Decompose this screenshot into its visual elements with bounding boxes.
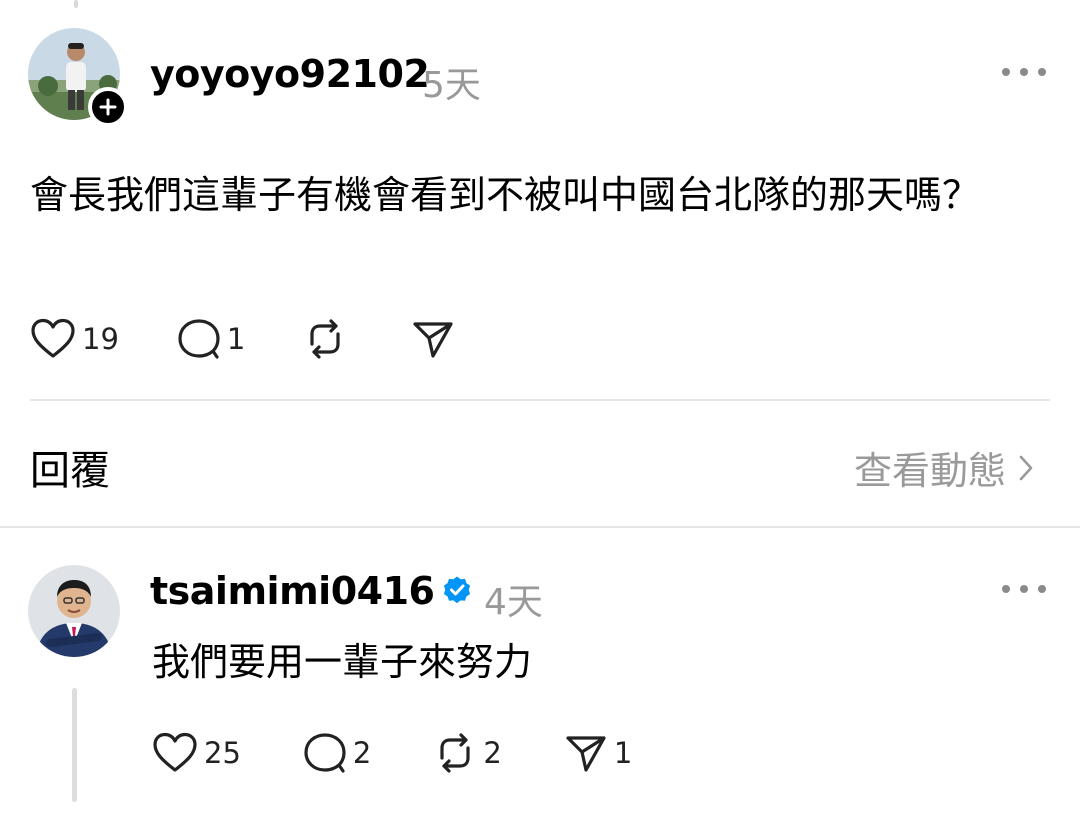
comment-bubble-icon xyxy=(178,319,220,359)
verified-badge-icon xyxy=(443,576,471,604)
dot-icon xyxy=(1002,585,1010,593)
like-button[interactable]: 19 xyxy=(30,318,119,360)
heart-icon xyxy=(31,318,75,358)
reply-body-text: 我們要用一輩子來努力 xyxy=(152,640,533,684)
send-icon xyxy=(413,322,453,358)
replies-section-title: 回覆 xyxy=(30,448,110,494)
repost-button[interactable] xyxy=(303,318,353,360)
comment-count: 2 xyxy=(352,736,372,770)
comment-bubble-icon xyxy=(304,733,346,773)
avatar-photo-portrait xyxy=(28,565,120,657)
dot-icon xyxy=(1038,68,1046,76)
like-count: 25 xyxy=(204,736,241,770)
dot-icon xyxy=(1002,68,1010,76)
share-button[interactable] xyxy=(411,318,461,360)
repost-icon xyxy=(310,319,340,359)
reply-timestamp: 4天 xyxy=(484,582,543,623)
dot-icon xyxy=(1020,68,1028,76)
dot-icon xyxy=(1038,585,1046,593)
divider xyxy=(0,526,1080,528)
chevron-right-icon xyxy=(1019,455,1033,480)
view-activity-label: 查看動態 xyxy=(853,449,1006,493)
post-username[interactable]: yoyoyo92102 xyxy=(150,52,430,96)
comment-count: 1 xyxy=(226,322,246,356)
share-count: 1 xyxy=(613,736,633,770)
reply-author-avatar[interactable] xyxy=(28,565,120,657)
like-button[interactable]: 25 xyxy=(152,732,241,774)
post-body-text: 會長我們這輩子有機會看到不被叫中國台北隊的那天嗎？ xyxy=(30,173,981,217)
heart-icon xyxy=(153,732,197,772)
reply-username[interactable]: tsaimimi0416 xyxy=(150,569,435,613)
follow-button[interactable] xyxy=(88,87,128,127)
comment-button[interactable]: 1 xyxy=(177,318,245,360)
share-button[interactable]: 1 xyxy=(564,732,632,774)
repost-button[interactable]: 2 xyxy=(433,732,502,774)
post-more-options-button[interactable] xyxy=(1002,62,1046,82)
post-timestamp: 5天 xyxy=(422,65,481,106)
comment-button[interactable]: 2 xyxy=(303,732,371,774)
like-count: 19 xyxy=(82,322,119,356)
send-icon xyxy=(566,736,606,772)
plus-icon xyxy=(99,98,117,116)
divider xyxy=(30,399,1050,401)
view-activity-link[interactable]: 查看動態 xyxy=(854,440,1034,495)
thread-line xyxy=(72,688,77,802)
dot-icon xyxy=(1020,585,1028,593)
repost-count: 2 xyxy=(483,736,502,770)
thread-line-top xyxy=(74,0,78,8)
reply-more-options-button[interactable] xyxy=(1002,579,1046,599)
post-actions-bar: 19 1 xyxy=(30,318,519,360)
reply-actions-bar: 25 2 2 1 xyxy=(152,732,690,774)
repost-icon xyxy=(440,733,470,773)
